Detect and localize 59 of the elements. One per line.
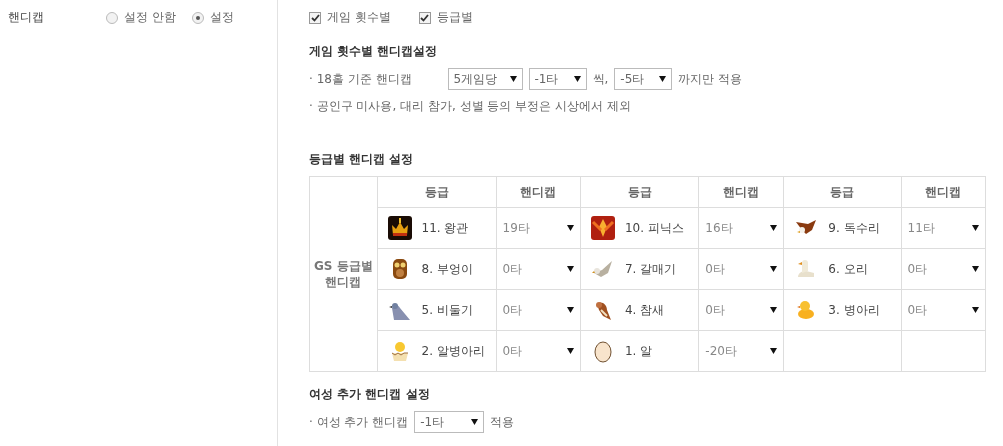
suffix-text: 씩, [592,70,609,88]
caret-icon [509,76,517,82]
check-icon [420,13,430,22]
note-text: · 공인구 미사용, 대리 참가, 성별 등의 부정은 시상에서 제외 [309,98,632,115]
female-label: · 여성 추가 핸디캡 [309,413,409,431]
limit-select[interactable]: -5타 [614,68,673,90]
section-title: 등급별 핸디캡 설정 [309,151,415,168]
grade-name: 8. 부엉이 [421,260,473,278]
column-header: 등급 [783,176,902,208]
female-select[interactable]: -1타 [414,411,485,433]
column-header: 핸디캡 [901,176,986,208]
radio-label: 설정 안함 [124,9,176,26]
grade-name: 1. 알 [624,342,653,360]
checkbox[interactable] [418,11,431,24]
radio-button[interactable] [106,11,118,24]
section-title: 게임 횟수별 핸디캡설정 [309,43,439,60]
grade-name: 6. 오리 [828,260,868,278]
grade-name: 4. 참새 [624,301,665,319]
crown-icon [387,216,412,240]
games-select[interactable]: 5게임당 [447,68,523,90]
column-header: 핸디캡 [496,176,581,208]
field-label: 핸디캡 [8,9,45,26]
grade-name: 5. 비둘기 [421,301,473,319]
suffix-text: 적용 [490,413,515,431]
caret-icon [770,266,778,272]
column-header: 핸디캡 [698,176,784,208]
caret-icon [972,266,979,272]
checkbox-label: 게임 횟수별 [327,9,391,26]
check-icon [310,13,320,22]
caret-icon [972,225,979,231]
caret-icon [566,307,574,313]
caret-icon [659,76,667,82]
caret-icon [770,348,778,354]
caret-icon [566,225,574,231]
radio-button[interactable] [191,11,204,24]
caret-icon [972,307,979,313]
caret-icon [471,419,479,425]
caret-icon [770,225,778,231]
radio-label: 설정 [209,9,234,26]
fire-icon [590,216,615,240]
row-header: GS 등급별 핸디캡 [313,259,373,289]
caret-icon [770,307,778,313]
grade-name: 7. 갈매기 [624,260,677,278]
grade-name: 10. 피닉스 [624,219,684,237]
checkbox[interactable] [309,11,321,24]
grade-name: 3. 병아리 [828,301,880,319]
section-title: 여성 추가 핸디캡 설정 [309,386,431,403]
caret-icon [566,348,574,354]
column-header: 등급 [580,176,699,208]
checkbox-label: 등급별 [436,9,473,26]
column-header: 등급 [377,176,497,208]
caret-icon [573,76,581,82]
rule-label: · 18홀 기준 핸디캡 [309,70,412,88]
grade-name: 11. 왕관 [421,219,469,237]
suffix-text: 까지만 적용 [678,70,743,88]
grade-name: 2. 알병아리 [421,342,485,360]
grade-name: 9. 독수리 [828,219,880,237]
step-select[interactable]: -1타 [528,68,587,90]
caret-icon [566,266,574,272]
